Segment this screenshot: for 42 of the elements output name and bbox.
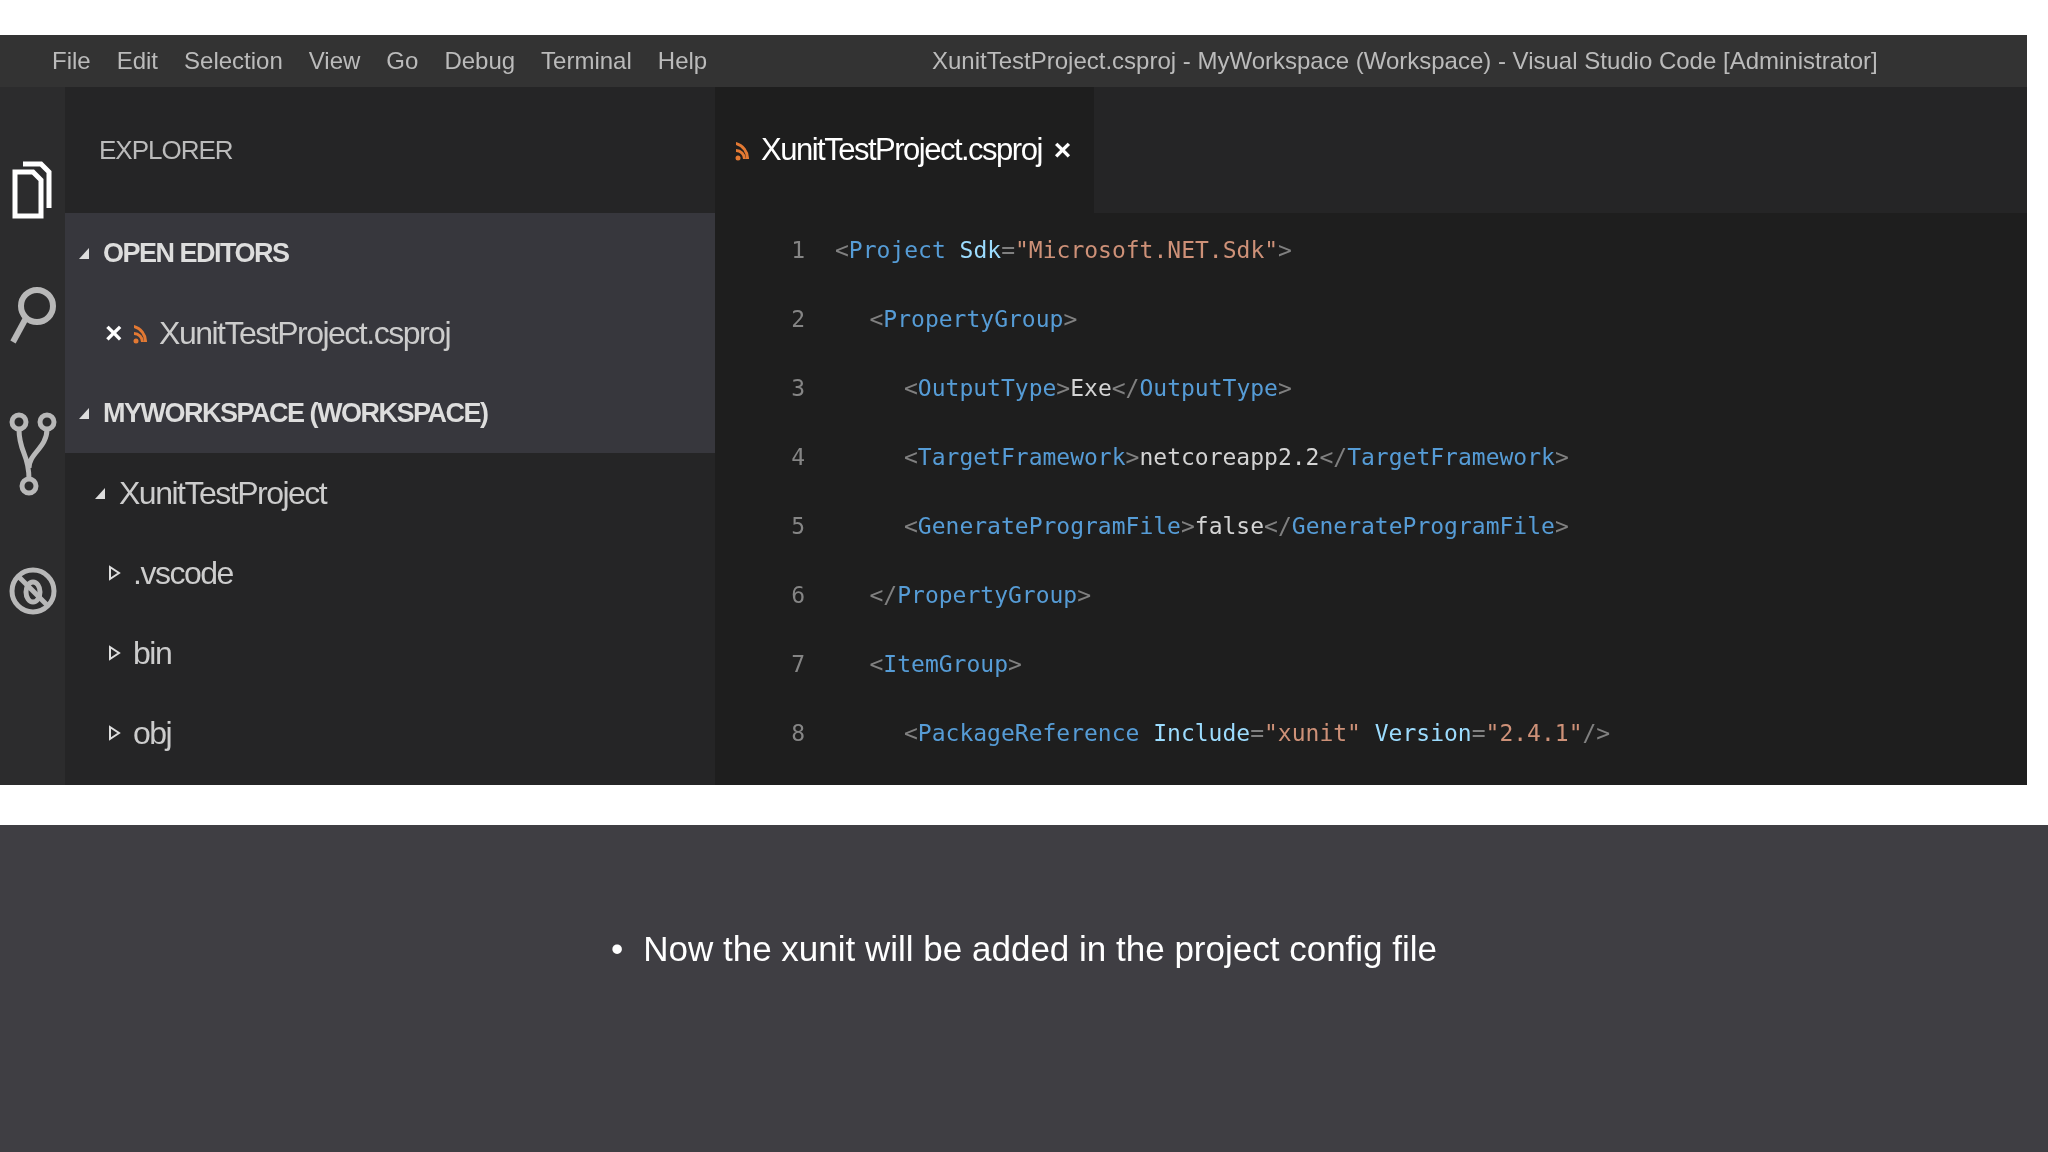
code-line: <PackageReference Include="xunit" Version="2.4.1"/> bbox=[904, 719, 1611, 746]
bullet-marker: • bbox=[610, 928, 624, 969]
line-number: 2 bbox=[790, 305, 806, 332]
collapsed-arrow-icon[interactable] bbox=[107, 645, 121, 661]
code-line: <GenerateProgramFile>false</GenerateProgramFile> bbox=[904, 512, 1569, 539]
code-line: <ItemGroup> bbox=[869, 650, 1022, 677]
line-number: 8 bbox=[790, 719, 806, 746]
section-header[interactable]: MYWORKSPACE (WORKSPACE) bbox=[103, 397, 488, 429]
code-line: <PropertyGroup> bbox=[869, 305, 1078, 332]
collapsed-arrow-icon[interactable] bbox=[107, 725, 121, 741]
open-editor-item[interactable]: XunitTestProject.csproj bbox=[159, 314, 450, 352]
tree-item[interactable]: .vscode bbox=[133, 554, 233, 592]
collapsed-arrow-icon[interactable] bbox=[107, 565, 121, 581]
tree-item[interactable]: XunitTestProject bbox=[119, 474, 327, 512]
menu-item[interactable]: Go bbox=[386, 47, 419, 75]
tree-item[interactable]: bin bbox=[133, 634, 172, 672]
line-number: 5 bbox=[790, 512, 806, 539]
code-line: </PropertyGroup> bbox=[869, 581, 1092, 608]
code-line: <OutputType>Exe</OutputType> bbox=[904, 374, 1292, 401]
menu-item[interactable]: Help bbox=[657, 47, 708, 75]
menu-item[interactable]: Debug bbox=[444, 47, 516, 75]
menu-item[interactable]: File bbox=[52, 47, 91, 75]
editor-tab[interactable]: XunitTestProject.csproj × bbox=[715, 87, 1094, 213]
line-number: 4 bbox=[790, 443, 806, 470]
section-header[interactable]: OPEN EDITORS bbox=[103, 237, 289, 269]
tree-item[interactable]: obj bbox=[133, 714, 172, 752]
window-title: XunitTestProject.csproj - MyWorkspace (Workspace) - Visual Studio Code [Administrator] bbox=[932, 47, 1879, 75]
rss-icon bbox=[735, 139, 749, 161]
bullet-text: Now the xunit will be added in the project config file bbox=[643, 928, 1438, 969]
menu-item[interactable]: Selection bbox=[184, 47, 283, 75]
sidebar-title: EXPLORER bbox=[99, 134, 233, 166]
menu-item[interactable]: Terminal bbox=[541, 47, 632, 75]
close-icon[interactable]: × bbox=[105, 316, 122, 350]
rss-icon bbox=[133, 322, 148, 344]
menu-item[interactable]: View bbox=[308, 47, 361, 75]
line-number: 7 bbox=[790, 650, 806, 677]
line-number: 1 bbox=[790, 236, 806, 263]
line-number: 3 bbox=[790, 374, 806, 401]
code-line: <Project Sdk="Microsoft.NET.Sdk"> bbox=[835, 236, 1292, 263]
menu-item[interactable]: Edit bbox=[116, 47, 159, 75]
code-line: <TargetFramework>netcoreapp2.2</TargetFramework> bbox=[904, 443, 1569, 470]
line-number: 6 bbox=[790, 581, 806, 608]
